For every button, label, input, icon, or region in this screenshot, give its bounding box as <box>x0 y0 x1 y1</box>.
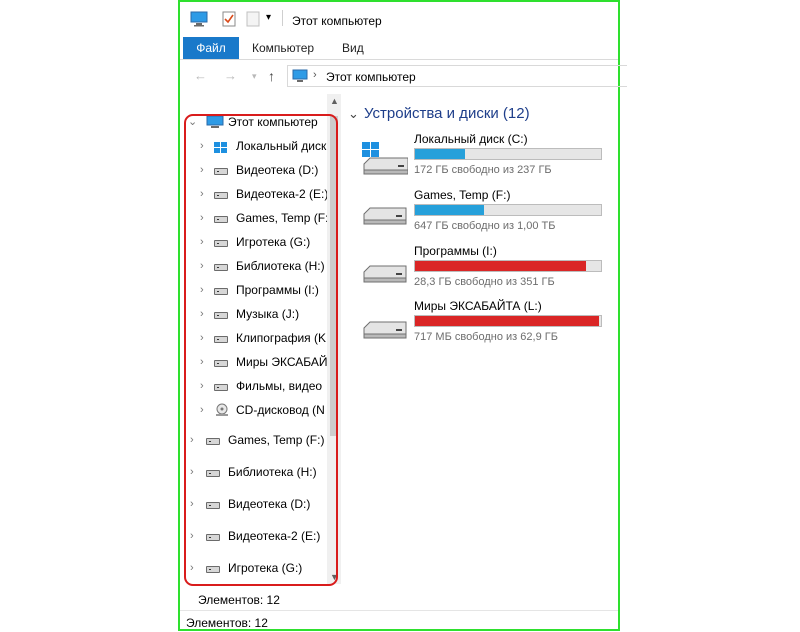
tab-view[interactable]: Вид <box>342 37 364 59</box>
properties-icon[interactable] <box>222 11 236 32</box>
ribbon-divider <box>180 59 618 60</box>
recent-dropdown-icon[interactable]: ▾ <box>252 71 257 82</box>
new-folder-icon[interactable] <box>246 11 260 32</box>
drive-icon <box>362 264 408 284</box>
nav-item-count: Элементов: 12 <box>198 593 280 607</box>
drive-name: Программы (I:) <box>414 244 497 258</box>
chevron-down-icon[interactable]: ⌄ <box>348 106 359 122</box>
title-separator <box>282 10 283 26</box>
customize-toolbar-icon[interactable]: ▾ <box>266 12 271 23</box>
drive-space: 172 ГБ свободно из 237 ГБ <box>414 164 552 176</box>
drive-usage-bar <box>414 148 602 160</box>
tab-computer[interactable]: Компьютер <box>252 37 314 59</box>
drive-name: Локальный диск (C:) <box>414 132 528 146</box>
computer-icon <box>292 69 308 88</box>
breadcrumb-chevron-icon[interactable]: › <box>313 69 317 81</box>
scroll-up-icon[interactable]: ▲ <box>330 96 339 106</box>
back-arrow-icon[interactable]: ← <box>194 68 207 83</box>
forward-arrow-icon[interactable]: → <box>224 68 237 83</box>
explorer-window: ▾ Этот компьютер Файл Компьютер Вид ← → … <box>178 0 627 631</box>
drive-name: Games, Temp (F:) <box>414 188 511 202</box>
drive-usage-fill <box>415 261 587 271</box>
drive-usage-bar <box>414 204 602 216</box>
address-bar[interactable]: › Этот компьютер <box>287 65 627 87</box>
group-header[interactable]: Устройства и диски (12) <box>364 105 530 122</box>
drive-usage-fill <box>415 149 466 159</box>
drive-usage-fill <box>415 316 600 326</box>
up-arrow-icon[interactable]: ↑ <box>268 68 275 84</box>
breadcrumb-path[interactable]: Этот компьютер <box>326 70 416 84</box>
highlight-box <box>184 114 338 586</box>
computer-icon <box>190 11 208 32</box>
drive-usage-bar <box>414 260 602 272</box>
status-divider <box>180 610 618 611</box>
drive-icon <box>362 320 408 340</box>
windows-drive-icon <box>362 142 409 175</box>
drive-space: 647 ГБ свободно из 1,00 ТБ <box>414 220 556 232</box>
window-title: Этот компьютер <box>292 14 382 28</box>
status-bar-count: Элементов: 12 <box>186 616 268 630</box>
drive-space: 717 МБ свободно из 62,9 ГБ <box>414 331 558 343</box>
ribbon: Файл Компьютер Вид <box>180 37 618 59</box>
drive-space: 28,3 ГБ свободно из 351 ГБ <box>414 276 555 288</box>
drive-icon <box>362 206 408 226</box>
drive-usage-bar <box>414 315 602 327</box>
drive-name: Миры ЭКСАБАЙТА (L:) <box>414 299 542 313</box>
tab-file[interactable]: Файл <box>183 37 239 59</box>
drive-usage-fill <box>415 205 484 215</box>
